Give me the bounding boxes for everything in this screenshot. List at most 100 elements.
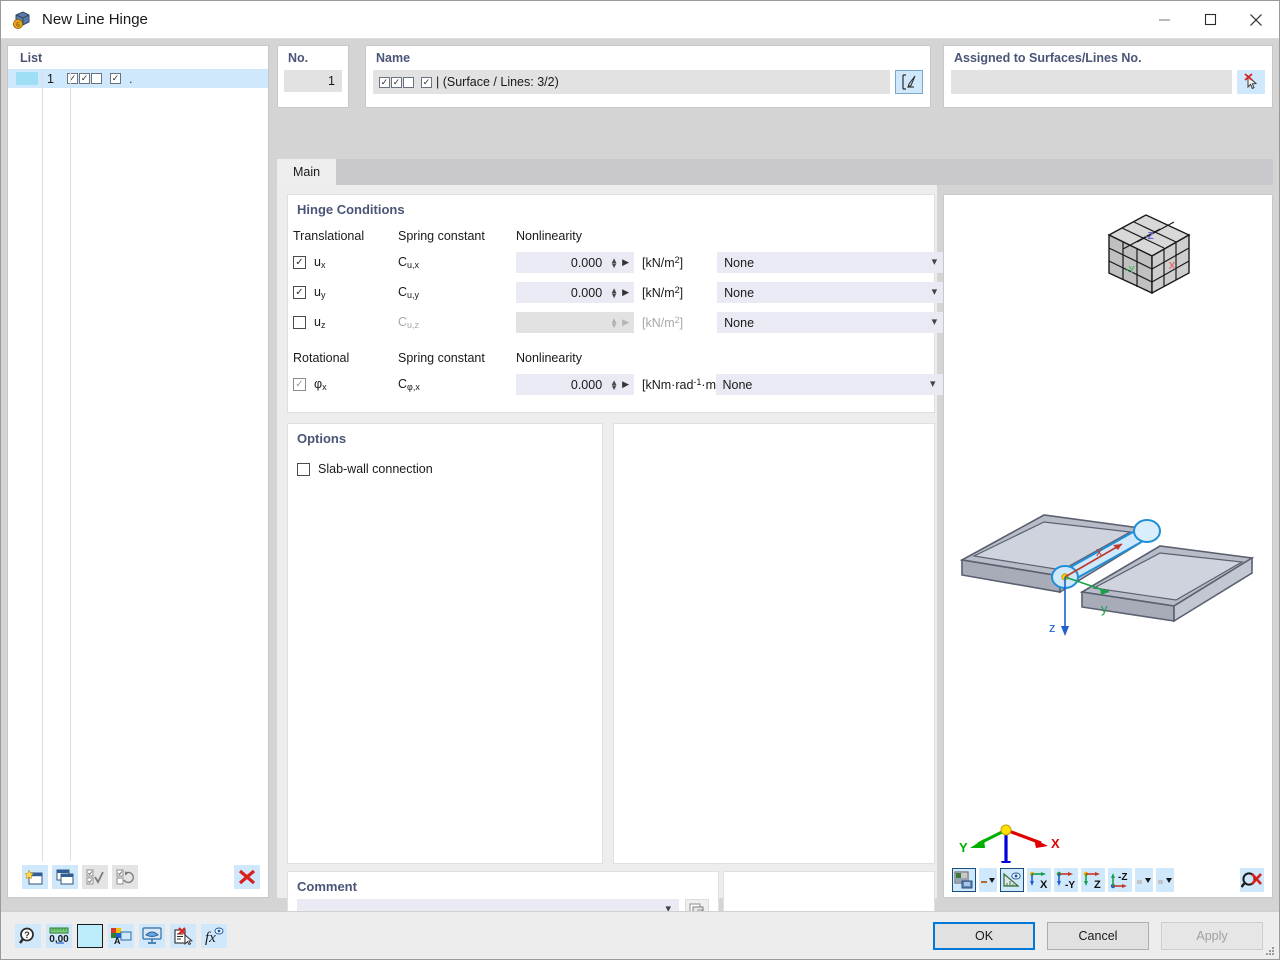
name-edit-icon[interactable] — [895, 70, 923, 94]
resize-grip[interactable] — [1265, 946, 1275, 956]
spin-cux-more[interactable]: ▶ — [622, 257, 631, 268]
checkbox-uz[interactable] — [293, 316, 306, 329]
checkbox-uy[interactable]: ✓ — [293, 286, 306, 299]
list-panel: List 1 ✓ ✓ ✓ . — [7, 45, 269, 898]
column-header-rotational: Rotational — [293, 351, 350, 365]
view-minus-z-icon[interactable]: -Z — [1108, 868, 1132, 892]
spin-cux-value: 0.000 — [570, 255, 603, 270]
model-viewport[interactable]: -Z -Y X x y z X Y X -Y Z -Z — [943, 194, 1273, 898]
spin-cphix-more[interactable]: ▶ — [622, 379, 631, 390]
hinge-conditions-card: Hinge Conditions Translational Spring co… — [287, 194, 946, 413]
copy-item-button[interactable] — [52, 865, 78, 889]
spin-cphix-stepper[interactable]: ▲ ▼ — [610, 378, 618, 391]
dialog-body: List 1 ✓ ✓ ✓ . No. 1 Name ✓ ✓ ✓ | (Surfa… — [1, 39, 1279, 959]
label-uy: uy — [314, 285, 326, 300]
cube-face-left-label: -Y — [1125, 265, 1135, 276]
minimize-button[interactable] — [1141, 1, 1187, 39]
list-body: 1 ✓ ✓ ✓ . — [8, 69, 268, 861]
spring-uy: Cu,y — [398, 285, 516, 300]
label-uz: uz — [314, 315, 326, 330]
nonlinearity-phix-value: None — [722, 377, 753, 392]
row-phix: ✓ φx — [293, 377, 398, 392]
cancel-button[interactable]: Cancel — [1047, 921, 1149, 950]
symbol-cuz: Cu,z — [398, 315, 420, 330]
spin-cux-stepper[interactable]: ▲ ▼ — [610, 256, 618, 269]
list-check-phix[interactable]: ✓ — [110, 73, 121, 84]
gizmo-y-label: Y — [959, 840, 968, 855]
no-field[interactable]: 1 — [284, 70, 342, 92]
ruler-number-icon[interactable]: 0,00 — [46, 923, 72, 948]
svg-text:-Y: -Y — [1065, 880, 1075, 889]
document-red-x-icon[interactable] — [170, 923, 196, 948]
view-x-icon[interactable]: X — [1027, 868, 1051, 892]
magnifier-red-x-icon[interactable] — [1240, 868, 1264, 892]
list-check-uy[interactable]: ✓ — [79, 73, 90, 84]
nonlinearity-phix-select[interactable]: None ▾ — [715, 374, 944, 395]
hinge-conditions-title: Hinge Conditions — [297, 202, 405, 217]
screen-eye-icon[interactable] — [139, 923, 165, 948]
svg-text:6: 6 — [16, 21, 20, 29]
render-mode-dropdown[interactable] — [979, 868, 997, 892]
checkbox-slab-wall-connection[interactable] — [297, 462, 310, 476]
spring-uy-controls: 0.000 ▲ ▼ ▶ [kN/m2] None ▾ — [516, 282, 946, 303]
view-z-icon[interactable]: Z — [1081, 868, 1105, 892]
assigned-field[interactable] — [951, 70, 1232, 94]
spin-cuy[interactable]: 0.000 ▲ ▼ ▶ — [516, 282, 634, 303]
name-panel: Name ✓ ✓ ✓ | (Surface / Lines: 3/2) — [365, 45, 931, 108]
spin-cux[interactable]: 0.000 ▲ ▼ ▶ — [516, 252, 634, 273]
list-check-uz[interactable] — [91, 73, 102, 84]
ruler-eye-icon[interactable] — [1000, 868, 1024, 892]
list-check-ux[interactable]: ✓ — [67, 73, 78, 84]
comment-title: Comment — [297, 879, 357, 894]
name-field-text: | (Surface / Lines: 3/2) — [436, 75, 559, 89]
nonlinearity-ux-select[interactable]: None ▾ — [717, 252, 946, 273]
checkbox-phix[interactable]: ✓ — [293, 378, 306, 391]
checkbox-ux[interactable]: ✓ — [293, 256, 306, 269]
fx-eye-icon[interactable]: fx — [201, 923, 227, 948]
color-swatch-icon[interactable] — [77, 923, 103, 948]
viewport-toolbar: X -Y Z -Z — [944, 863, 1272, 897]
spin-cuz-more: ▶ — [622, 317, 629, 327]
maximize-button[interactable] — [1187, 1, 1233, 39]
new-item-button[interactable] — [22, 865, 48, 889]
view-minus-y-icon[interactable]: -Y — [1054, 868, 1078, 892]
spin-cuy-more[interactable]: ▶ — [622, 287, 631, 298]
spin-cphix[interactable]: 0.000 ▲ ▼ ▶ — [516, 374, 634, 395]
svg-text:Z: Z — [1094, 879, 1101, 889]
pick-cancel-cursor-icon[interactable] — [1237, 70, 1265, 94]
magnifier-question-icon[interactable]: ? — [15, 923, 41, 948]
navigation-cube-icon[interactable]: -Z -Y X — [1094, 203, 1204, 303]
assigned-panel: Assigned to Surfaces/Lines No. — [943, 45, 1273, 108]
tab-main[interactable]: Main — [277, 159, 337, 185]
symbol-cux: Cu,x — [398, 255, 420, 270]
chevron-down-icon: ▾ — [929, 378, 936, 390]
label-ux: ux — [314, 255, 326, 270]
ok-button[interactable]: OK — [933, 921, 1035, 950]
unit-cuz: [kN/m2] — [642, 315, 684, 330]
title-bar: 6 New Line Hinge — [1, 1, 1279, 39]
app-hinge-icon: 6 — [12, 10, 32, 30]
list-row-color-swatch — [16, 72, 38, 85]
name-check-phix[interactable]: ✓ — [421, 76, 432, 88]
close-button[interactable] — [1233, 1, 1279, 39]
nonlinearity-uz-select[interactable]: None ▾ — [717, 312, 946, 333]
name-field[interactable]: ✓ ✓ ✓ | (Surface / Lines: 3/2) — [373, 70, 890, 94]
cube-face-right-label: X — [1169, 261, 1176, 272]
svg-text:X: X — [1040, 879, 1048, 889]
svg-text:?: ? — [24, 930, 30, 940]
name-check-uz[interactable] — [403, 76, 414, 88]
render-display-icon[interactable] — [952, 868, 976, 892]
name-check-uy[interactable]: ✓ — [391, 76, 402, 88]
name-check-ux[interactable]: ✓ — [379, 76, 390, 88]
row-uz: uz — [293, 315, 398, 330]
color-palette-label-icon[interactable]: A — [108, 923, 134, 948]
symbol-cuy: Cu,y — [398, 285, 420, 300]
list-item[interactable]: 1 ✓ ✓ ✓ . — [8, 69, 268, 88]
spring-ux: Cu,x — [398, 255, 516, 270]
nonlinearity-uy-select[interactable]: None ▾ — [717, 282, 946, 303]
spin-cuy-stepper[interactable]: ▲ ▼ — [610, 286, 618, 299]
delete-item-button[interactable] — [234, 865, 260, 889]
line-hinge-model-graphic: x y z — [959, 514, 1255, 636]
spring-phix-controls: 0.000 ▲▼ ▶ [kNm·rad-1·m-1] None ▾ — [516, 374, 944, 395]
view-presets-dropdown-1 — [1135, 868, 1153, 892]
